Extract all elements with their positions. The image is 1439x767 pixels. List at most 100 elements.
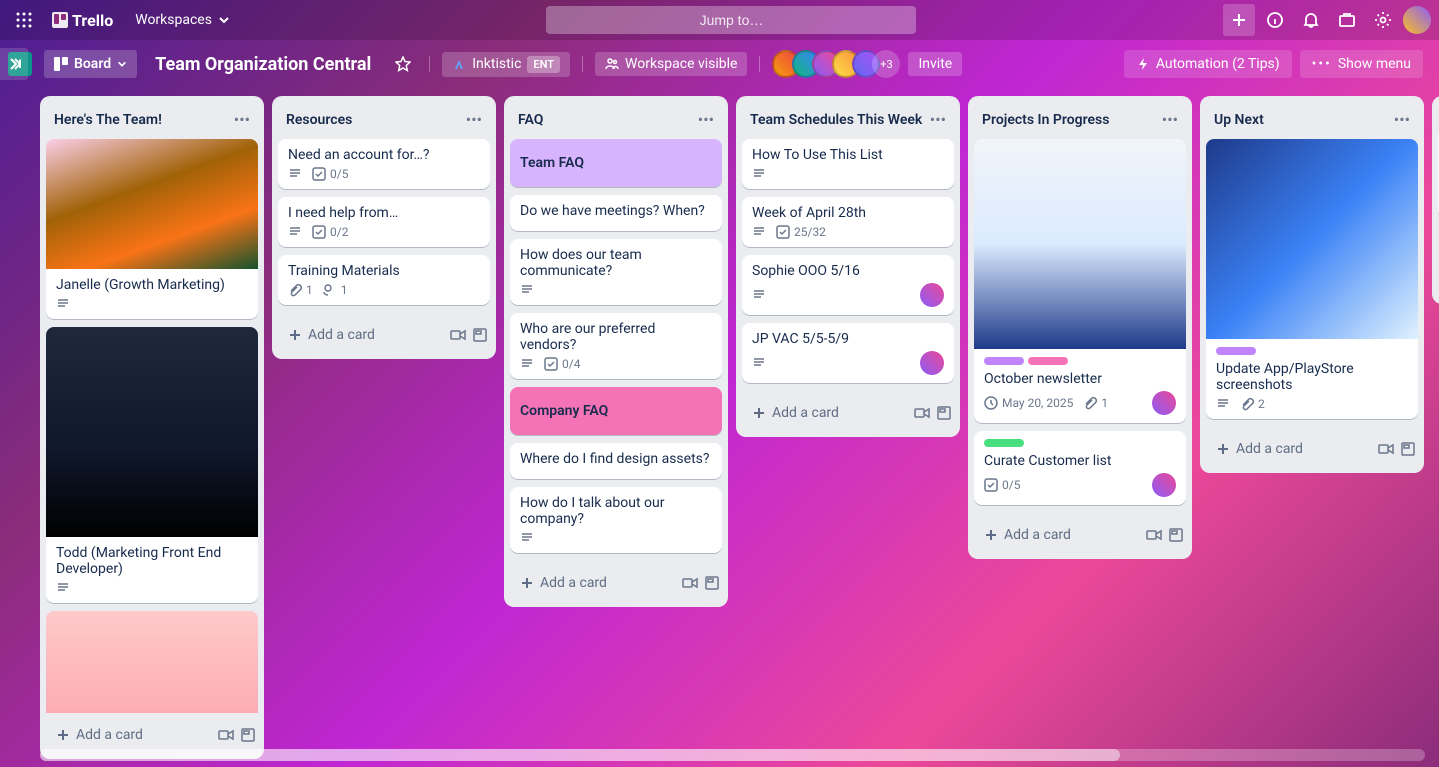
template-icon[interactable] [1400, 441, 1416, 457]
apps-menu-button[interactable] [8, 4, 40, 36]
add-card-button[interactable]: Add a card [280, 321, 450, 349]
label-purple[interactable] [984, 357, 1024, 365]
card-title: I need help from… [288, 205, 480, 221]
card-member-avatar[interactable] [920, 283, 944, 307]
add-card-button[interactable]: Add a card [48, 721, 218, 749]
list-menu-button[interactable]: ••• [926, 106, 950, 133]
video-icon[interactable] [1146, 527, 1162, 543]
description-icon [752, 225, 766, 239]
list-menu-button[interactable]: ••• [1390, 106, 1414, 133]
more-members-badge[interactable]: +3 [872, 50, 900, 78]
card[interactable]: How does our team communicate? [510, 239, 722, 305]
card-title: Todd (Marketing Front End Developer) [56, 545, 248, 577]
label-purple[interactable] [1216, 347, 1256, 355]
card[interactable]: Need an account for…? 0/5 [278, 139, 490, 189]
template-icon[interactable] [240, 727, 256, 743]
list-title[interactable]: Team Schedules This Week [750, 112, 922, 128]
notifications-button[interactable] [1295, 4, 1327, 36]
card[interactable]: How To Use This List [742, 139, 954, 189]
card[interactable]: Janelle (Growth Marketing) [46, 139, 258, 319]
label-green[interactable] [984, 439, 1024, 447]
scrollbar-thumb[interactable] [40, 749, 1120, 761]
board-title[interactable]: Team Organization Central [145, 50, 381, 79]
card[interactable]: JP VAC 5/5-5/9 [742, 323, 954, 383]
boards-button[interactable] [1331, 4, 1363, 36]
list-title[interactable]: Up Next [1214, 112, 1264, 128]
card[interactable]: How do I talk about our company? [510, 487, 722, 553]
star-board-button[interactable] [389, 50, 417, 78]
list-cards: Inspiring Apr 23 12/12 [1432, 128, 1439, 226]
card[interactable]: I need help from… 0/2 [278, 197, 490, 247]
board-canvas[interactable]: Here's The Team! ••• Janelle (Growth Mar… [0, 88, 1439, 767]
card-title: Week of April 28th [752, 205, 944, 221]
card[interactable] [46, 611, 258, 713]
list-title[interactable]: FAQ [518, 112, 543, 128]
add-card-button[interactable]: Add a card [744, 399, 914, 427]
template-icon[interactable] [472, 327, 488, 343]
card[interactable]: Do we have meetings? When? [510, 195, 722, 231]
trello-logo[interactable]: Trello [44, 7, 121, 34]
list-menu-button[interactable]: ••• [1158, 106, 1182, 133]
workspace-pill[interactable]: Inktistic ENT [442, 52, 570, 77]
workspaces-dropdown[interactable]: Workspaces [125, 6, 240, 34]
template-icon[interactable] [936, 405, 952, 421]
list-footer: Add a card [1200, 427, 1424, 473]
add-card-button[interactable]: Add a card [512, 569, 682, 597]
plus-icon [520, 576, 534, 590]
template-icon[interactable] [704, 575, 720, 591]
card-header[interactable]: Company FAQ [510, 387, 722, 435]
card-header[interactable]: Team FAQ [510, 139, 722, 187]
board-bar-right: Automation (2 Tips) ••• Show menu [1124, 50, 1423, 78]
label-pink[interactable] [1028, 357, 1068, 365]
add-card-button[interactable]: Add a card [1208, 435, 1378, 463]
list-title[interactable]: Projects In Progress [982, 112, 1109, 128]
list-title[interactable]: Resources [286, 112, 352, 128]
card[interactable]: Sophie OOO 5/16 [742, 255, 954, 315]
card[interactable]: Week of April 28th 25/32 [742, 197, 954, 247]
search-input[interactable] [546, 6, 916, 34]
card-member-avatar[interactable] [1152, 391, 1176, 415]
apps-grid-icon [16, 12, 32, 28]
horizontal-scrollbar[interactable] [40, 749, 1425, 761]
card[interactable]: Todd (Marketing Front End Developer) [46, 327, 258, 603]
add-card-button[interactable]: Add a card [976, 521, 1146, 549]
visibility-button[interactable]: Workspace visible [595, 52, 747, 76]
card[interactable]: Curate Customer list 0/5 [974, 431, 1186, 505]
automation-button[interactable]: Automation (2 Tips) [1124, 50, 1292, 78]
card[interactable]: Who are our preferred vendors? 0/4 [510, 313, 722, 379]
card-member-avatar[interactable] [920, 351, 944, 375]
card-title: Sophie OOO 5/16 [752, 263, 944, 279]
card-member-avatar[interactable] [1152, 473, 1176, 497]
create-button[interactable] [1223, 4, 1255, 36]
list-footer: Add a card [272, 313, 496, 359]
card[interactable]: Update App/PlayStore screenshots 2 [1206, 139, 1418, 419]
video-icon[interactable] [1378, 441, 1394, 457]
list-faq: FAQ ••• Team FAQ Do we have meetings? Wh… [504, 96, 728, 607]
invite-button[interactable]: Invite [908, 52, 962, 76]
list-menu-button[interactable]: ••• [694, 106, 718, 133]
video-icon[interactable] [914, 405, 930, 421]
show-menu-button[interactable]: ••• Show menu [1300, 50, 1423, 78]
chevron-down-icon [218, 14, 230, 26]
expand-sidebar-button[interactable] [0, 48, 28, 80]
video-icon[interactable] [682, 575, 698, 591]
board-members[interactable]: +3 [772, 50, 900, 78]
board-bar: I Board Team Organization Central Inktis… [0, 40, 1439, 88]
card[interactable]: Training Materials 1 1 [278, 255, 490, 305]
list-menu-button[interactable]: ••• [462, 106, 486, 133]
card[interactable]: October newsletter May 20, 2025 1 [974, 139, 1186, 423]
chevron-down-icon [117, 59, 127, 69]
card-cover-image [46, 611, 258, 713]
list-title[interactable]: Here's The Team! [54, 112, 162, 128]
board-view-switcher[interactable]: Board [44, 50, 137, 78]
video-icon[interactable] [450, 327, 466, 343]
card[interactable]: Where do I find design assets? [510, 443, 722, 479]
video-icon[interactable] [218, 727, 234, 743]
ellipsis-icon: ••• [1312, 56, 1332, 72]
list-menu-button[interactable]: ••• [230, 106, 254, 133]
info-button[interactable] [1259, 4, 1291, 36]
settings-button[interactable] [1367, 4, 1399, 36]
list-cards: Team FAQ Do we have meetings? When? How … [504, 139, 728, 561]
template-icon[interactable] [1168, 527, 1184, 543]
user-avatar[interactable] [1403, 6, 1431, 34]
